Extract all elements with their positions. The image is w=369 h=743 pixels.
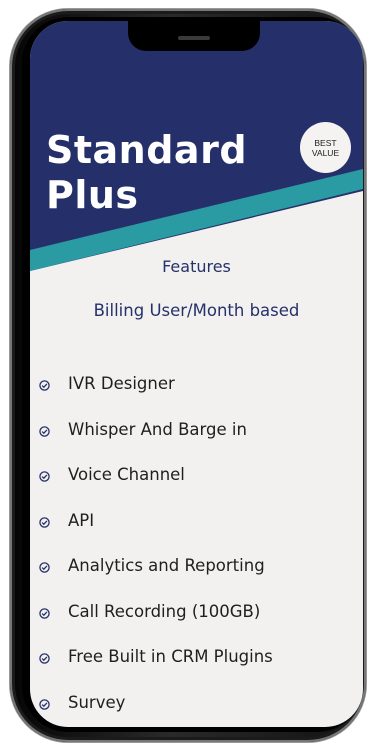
plan-title: Standard Plus [46, 128, 247, 218]
check-circle-icon [39, 380, 50, 391]
feature-label: Survey [68, 692, 126, 712]
feature-item: Survey [30, 684, 363, 728]
feature-item: API [30, 502, 363, 548]
feature-item: Voice Channel [30, 456, 363, 502]
feature-list: IVR Designer Whisper And Barge in Voice … [30, 365, 363, 727]
check-circle-icon [39, 516, 50, 528]
feature-label: IVR Designer [68, 374, 175, 393]
feature-label: Free Built in CRM Plugins [68, 647, 273, 666]
feature-item: Analytics and Reporting [30, 547, 363, 593]
plan-title-line2: Plus [46, 173, 139, 217]
plan-header: Standard Plus BEST VALUE [30, 21, 363, 281]
badge-line1: BEST [314, 137, 337, 148]
features-heading: Features [162, 257, 231, 276]
feature-item: Whisper And Barge in [30, 411, 363, 457]
plan-title-line1: Standard [46, 128, 248, 172]
phone-notch [128, 21, 260, 51]
feature-item: IVR Designer [30, 365, 363, 411]
feature-label: Analytics and Reporting [68, 556, 265, 575]
feature-label: Whisper And Barge in [68, 419, 247, 439]
check-circle-icon [39, 562, 50, 573]
phone-screen: Standard Plus BEST VALUE Features Billin… [30, 21, 363, 727]
check-circle-icon [39, 425, 50, 437]
feature-label: Call Recording (100GB) [68, 601, 261, 621]
feature-item: Free Built in CRM Plugins [30, 638, 363, 684]
feature-label: Voice Channel [68, 465, 185, 484]
billing-basis-text: Billing User/Month based [93, 301, 300, 320]
feature-label: API [68, 510, 95, 530]
feature-item: Call Recording (100GB) [30, 593, 363, 639]
check-circle-icon [39, 653, 50, 664]
check-circle-icon [39, 607, 50, 619]
check-circle-icon [39, 471, 50, 482]
best-value-badge: BEST VALUE [300, 122, 351, 173]
check-circle-icon [39, 698, 50, 710]
speaker-grille [178, 36, 210, 40]
badge-line2: VALUE [311, 147, 340, 158]
